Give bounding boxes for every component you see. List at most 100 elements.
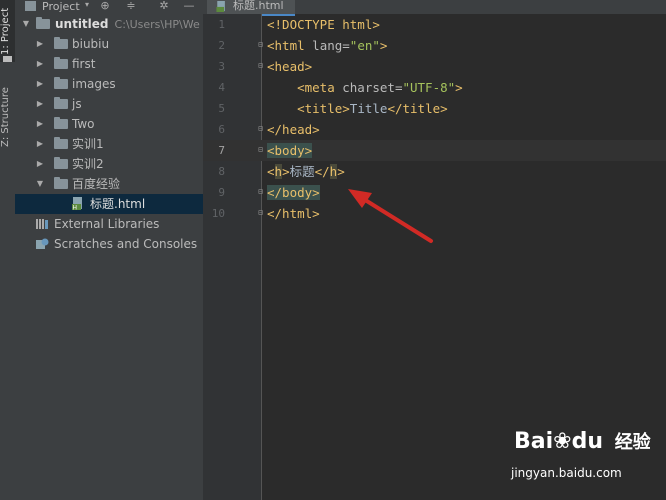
code-line[interactable]: 5 <title>Title</title> [203,98,666,119]
code-token: </html> [267,206,320,221]
tree-folder-shixun1[interactable]: ▶ 实训1 [15,134,203,154]
code-text: <!DOCTYPE html> [267,14,380,35]
folder-label: 百度经验 [72,177,121,191]
editor-area: 标题.html 1 <!DOCTYPE html> 2 ⊟ <html lang… [203,0,666,500]
svg-text:H: H [73,205,78,211]
tree-folder-first[interactable]: ▶ first [15,54,203,74]
watermark-url: jingyan.baidu.com [511,466,622,480]
logo-text: Bai [514,429,554,454]
structure-tool-tab[interactable]: Z: Structure [0,84,15,150]
fold-icon[interactable]: ⊟ [256,187,265,196]
code-token: "en" [349,38,380,53]
line-number: 6 [218,123,225,136]
code-token: <head> [267,59,313,74]
code-token: <title> [267,101,350,116]
code-token: < [267,164,275,179]
code-token: lang= [304,38,350,53]
code-line[interactable]: 2 ⊟ <html lang="en"> [203,35,666,56]
chevron-down-icon[interactable]: ▼ [21,14,31,34]
code-token: <!DOCTYPE html> [267,17,380,32]
project-folder-icon [25,1,36,11]
folder-label: 实训1 [72,137,104,151]
code-text: </html> [267,203,320,224]
chevron-right-icon[interactable]: ▶ [35,94,45,114]
tree-folder-baidujingyan[interactable]: ▼ 百度经验 [15,174,203,194]
code-token: > [282,164,290,179]
html-file-icon [216,1,225,12]
editor-tab-label: 标题.html [233,0,284,12]
code-line-current[interactable]: 7 ⊟ <body> [203,140,666,161]
code-text: <body> [267,140,313,161]
project-tool-icon [3,56,12,62]
folder-icon [54,37,68,49]
file-label: 标题.html [90,197,146,211]
chevron-right-icon[interactable]: ▶ [35,54,45,74]
line-number: 5 [218,102,225,115]
editor-tab-bar: 标题.html [203,0,666,16]
line-number: 3 [218,60,225,73]
code-line[interactable]: 1 <!DOCTYPE html> [203,14,666,35]
fold-icon[interactable]: ⊟ [256,124,265,133]
fold-icon[interactable]: ⊟ [256,208,265,217]
tree-folder-js[interactable]: ▶ js [15,94,203,114]
folder-icon [54,137,68,149]
scratches-label: Scratches and Consoles [54,237,198,251]
external-libraries-label: External Libraries [54,217,160,231]
folder-label: 实训2 [72,157,104,171]
folder-icon [36,17,50,29]
fold-icon[interactable]: ⊟ [256,40,265,49]
chevron-down-icon[interactable]: ▾ [85,0,89,9]
code-line[interactable]: 4 <meta charset="UTF-8"> [203,77,666,98]
fold-icon[interactable]: ⊟ [256,61,265,70]
chevron-down-icon[interactable]: ▼ [35,174,45,194]
folder-icon [54,157,68,169]
paw-icon: ❀ [553,429,572,454]
code-line[interactable]: 6 ⊟ </head> [203,119,666,140]
code-text: <h>标题</h> [267,161,345,182]
code-line[interactable]: 3 ⊟ <head> [203,56,666,77]
gear-icon[interactable]: ✲ [158,0,170,12]
code-token: </body> [267,185,320,200]
code-token: > [337,164,345,179]
tree-root[interactable]: ▼ untitled C:\Users\HP\We [15,14,203,34]
code-line[interactable]: 8 <h>标题</h> [203,161,666,182]
folder-label: images [72,77,116,91]
folder-label: js [72,97,82,111]
code-line[interactable]: 10 ⊟ </html> [203,203,666,224]
chevron-right-icon[interactable]: ▶ [35,74,45,94]
collapse-icon[interactable]: ≑ [125,0,137,12]
folder-label: Two [72,117,95,131]
code-token: <html [267,38,305,53]
tree-scratches[interactable]: Scratches and Consoles [15,234,203,254]
fold-icon[interactable]: ⊟ [256,145,265,154]
project-tool-tab[interactable]: 1: Project [0,0,15,62]
minimize-icon[interactable]: — [183,0,195,12]
chevron-right-icon[interactable]: ▶ [35,134,45,154]
tree-folder-biubiu[interactable]: ▶ biubiu [15,34,203,54]
tree-folder-images[interactable]: ▶ images [15,74,203,94]
folder-icon [54,77,68,89]
left-tool-strip: 1: Project Z: Structure [0,0,16,500]
code-line[interactable]: 9 ⊟ </body> [203,182,666,203]
code-text: <title>Title</title> [267,98,448,119]
code-token: > [455,80,463,95]
folder-label: biubiu [72,37,110,51]
tree-root-label: untitled C:\Users\HP\We [55,14,200,35]
code-view[interactable]: 1 <!DOCTYPE html> 2 ⊟ <html lang="en"> 3… [203,14,666,224]
target-icon[interactable]: ⊕ [99,0,111,12]
project-panel-title[interactable]: Project [42,0,80,13]
root-name: untitled [55,17,109,31]
chevron-right-icon[interactable]: ▶ [35,34,45,54]
tree-folder-two[interactable]: ▶ Two [15,114,203,134]
tree-external-libraries[interactable]: External Libraries [15,214,203,234]
tree-folder-shixun2[interactable]: ▶ 实训2 [15,154,203,174]
tree-file-title-html[interactable]: H 标题.html [15,194,203,214]
logo-text: du [571,429,604,454]
folder-icon [54,97,68,109]
folder-icon [54,177,68,189]
code-token: 标题 [289,164,315,179]
chevron-right-icon[interactable]: ▶ [35,154,45,174]
code-token: > [379,38,388,53]
chevron-right-icon[interactable]: ▶ [35,114,45,134]
line-number: 7 [218,144,225,157]
